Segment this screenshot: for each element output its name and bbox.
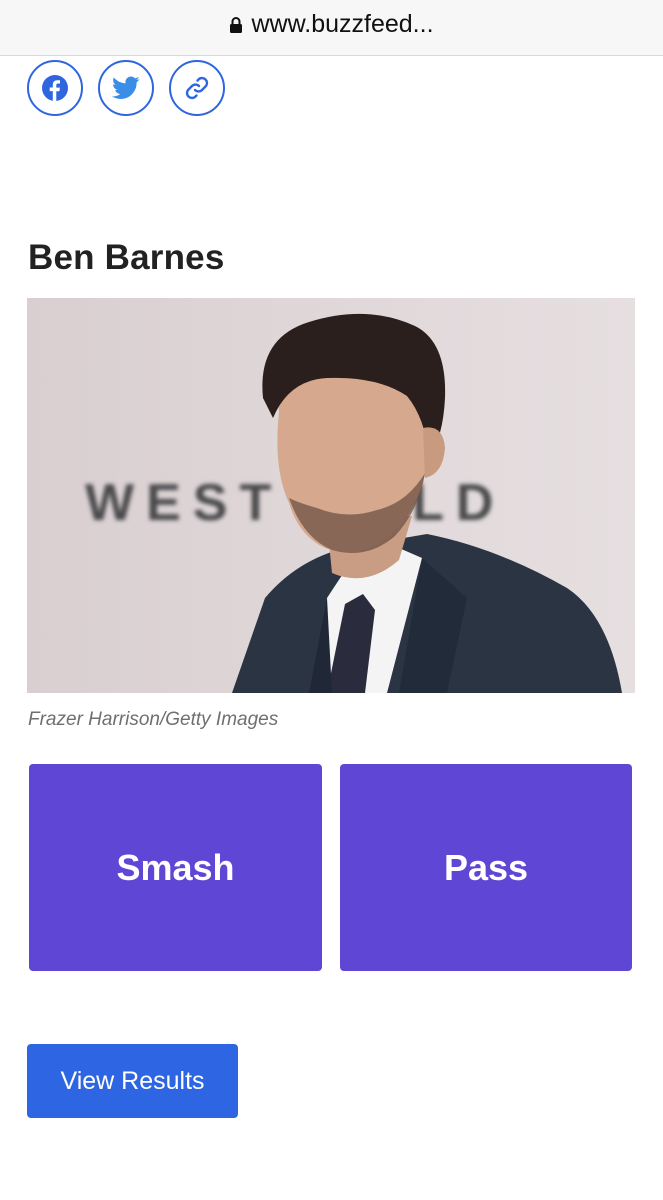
pass-button[interactable]: Pass [340,764,632,971]
copy-link-button[interactable] [169,60,225,116]
link-icon [185,76,209,100]
twitter-share-button[interactable] [98,60,154,116]
facebook-icon [42,75,68,101]
view-results-button[interactable]: View Results [27,1044,238,1118]
browser-url-bar[interactable]: www.buzzfeed... [0,0,663,56]
share-buttons [27,60,225,116]
smash-button[interactable]: Smash [29,764,322,971]
url-display[interactable]: www.buzzfeed... [229,10,434,39]
item-title: Ben Barnes [28,238,225,277]
url-text: www.buzzfeed... [251,10,434,38]
portrait-image: WEST RLD [27,298,635,693]
twitter-icon [112,76,140,99]
celebrity-photo: WEST RLD [27,298,635,693]
facebook-share-button[interactable] [27,60,83,116]
lock-icon [230,16,243,33]
photo-credit: Frazer Harrison/Getty Images [28,709,279,730]
